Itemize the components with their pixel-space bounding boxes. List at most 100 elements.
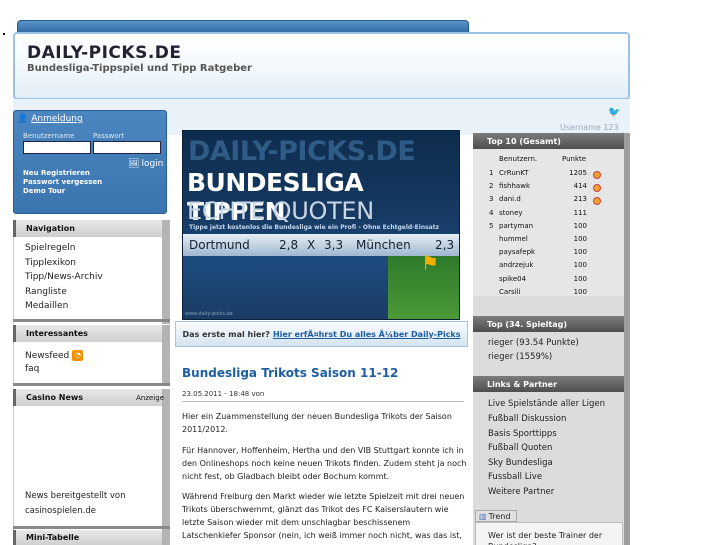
top10-row[interactable]: 4 stoney 111 [473, 209, 624, 222]
nav-spielregeln[interactable]: Spielregeln [25, 243, 75, 253]
interessantes-title: Interessantes [13, 325, 162, 342]
top-spieltag-item[interactable]: rieger (93.54 Punkte) [488, 338, 579, 348]
faq-link[interactable]: faq [25, 364, 39, 374]
user-cell: hummel [499, 235, 528, 243]
login-links: Neu Registrieren Passwort vergessen Demo… [23, 169, 102, 196]
first-visit-bar: Das erste mal hier? Hier erfÃ¤hrst Du al… [175, 321, 468, 347]
top10-row[interactable]: 2 fishhawk 414 [473, 182, 624, 195]
login-icon: 🖼 [128, 159, 140, 169]
nav-medaillen[interactable]: Medaillen [25, 301, 68, 311]
chart-icon: ▥ [479, 511, 487, 521]
mini-tabelle-title: Mini-Tabelle [13, 530, 162, 545]
casino-credit-line1: News bereitgestellt von [25, 491, 126, 501]
user-icon: 👤 [17, 114, 29, 124]
top10-row[interactable]: andrzejuk 100 [473, 261, 624, 274]
site-header: DAILY-PICKS.DE Bundesliga-Tippspiel und … [13, 32, 630, 100]
newsfeed-label: Newsfeed [25, 350, 70, 361]
points-cell: 100 [573, 221, 587, 230]
article-paragraph-2: Für Hannover, Hoffenheim, Hertha und den… [182, 446, 467, 481]
top-spieltag-title: Top (34. Spieltag) [473, 316, 624, 332]
right-sidebar: Top 10 (Gesamt) Benutzern. Punkte 1 CrRun… [473, 133, 630, 545]
divider [13, 319, 170, 322]
casino-credit-line2[interactable]: casinospielen.de [25, 506, 96, 516]
col-points-header: Punkte [562, 155, 587, 163]
username-label: Benutzername [23, 132, 75, 140]
login-tab-label: Anmeldung [31, 114, 83, 124]
rank-cell: 5 [489, 221, 494, 230]
banner-line3: ECHTE QUOTEN [187, 197, 374, 225]
site-title[interactable]: DAILY-PICKS.DE [27, 43, 182, 63]
partner-link[interactable]: Weitere Partner [488, 487, 554, 497]
demo-tour-link[interactable]: Demo Tour [23, 187, 102, 196]
partner-link[interactable]: Basis Sporttipps [488, 429, 557, 439]
promo-banner[interactable]: DAILY-PICKS.DE BUNDESLIGA TIPPEN ECHTE Q… [182, 130, 460, 320]
nav-tipplexikon[interactable]: Tipplexikon [25, 258, 76, 268]
login-button[interactable]: 🖼 login [128, 159, 163, 169]
top10-row[interactable]: 3 dani.d 213 [473, 195, 624, 208]
top10-row[interactable]: hummel 100 [473, 235, 624, 248]
user-cell: andrzejuk [499, 261, 534, 270]
banner-footer: www.daily-picks.de [185, 311, 233, 317]
nav-archiv[interactable]: Tipp/News-Archiv [25, 272, 103, 282]
forgot-password-link[interactable]: Passwort vergessen [23, 178, 102, 187]
user-cell: partyman [499, 221, 534, 230]
top10-header: Benutzern. Punkte [473, 155, 624, 168]
points-cell: 100 [573, 261, 587, 270]
top-spieltag-item[interactable]: rieger (1559%) [488, 352, 552, 362]
points-cell: 100 [573, 248, 587, 257]
top10-row[interactable]: 5 partyman 100 [473, 222, 624, 235]
mini-tabelle-edge [162, 530, 170, 545]
user-cell: stoney [499, 208, 523, 217]
first-visit-link[interactable]: Hier erfÃ¤hrst Du alles Ã¼ber Daily-Pick… [273, 330, 461, 339]
away-team: München [356, 238, 411, 252]
partner-link[interactable]: Fußball Diskussion [488, 414, 566, 424]
register-link[interactable]: Neu Registrieren [23, 169, 102, 178]
home-team: Dortmund [189, 238, 250, 252]
user-cell: paysafepk [499, 248, 536, 257]
user-cell: Carsili [499, 287, 521, 296]
article-paragraph-3: Während Freiburg den Markt wieder wie le… [182, 492, 465, 545]
points-cell: 1205 [569, 169, 587, 177]
top10-row[interactable]: spike04 100 [473, 275, 624, 288]
user-cell: spike04 [499, 274, 527, 283]
top10-row[interactable]: 1 CrRunKT 1205 [473, 169, 624, 182]
username-watermark: Username 123 [560, 123, 619, 132]
ad-badge: Anzeige [136, 393, 164, 402]
banner-line1: DAILY-PICKS.DE [188, 136, 416, 167]
draw-label: X [307, 238, 316, 252]
partner-link[interactable]: Fußball Quoten [488, 443, 552, 453]
points-cell: 100 [573, 235, 587, 243]
password-input[interactable] [93, 141, 161, 154]
nav-rangliste[interactable]: Rangliste [25, 287, 67, 297]
rank-cell: 2 [489, 182, 494, 191]
rank-cell: 1 [489, 169, 494, 177]
rank-cell: 4 [489, 208, 494, 217]
username-input[interactable] [23, 141, 91, 154]
divider [13, 526, 170, 529]
divider [13, 383, 170, 386]
corner-flag-icon: ⚑ [421, 251, 439, 275]
draw-odds: 3,3 [324, 238, 344, 252]
login-tab[interactable]: 👤 Anmeldung [17, 112, 167, 126]
medal-icon [593, 184, 601, 193]
rank-cell: 3 [489, 195, 494, 204]
partner-link[interactable]: Fussball Live [488, 472, 542, 482]
article-title[interactable]: Bundesliga Trikots Saison 11-12 [182, 366, 398, 380]
newsfeed-link[interactable]: Newsfeed ◔ [25, 350, 84, 361]
points-cell: 213 [573, 195, 587, 204]
article-paragraph-1: Hier ein Zuammenstellung der neuen Bunde… [182, 412, 452, 434]
password-label: Passwort [93, 132, 125, 140]
page: DAILY-PICKS.DE Bundesliga-Tippspiel und … [0, 0, 727, 545]
article-date: 23.05.2011 - 18:48 von [182, 390, 265, 398]
home-odds: 2,8 [279, 238, 299, 252]
rss-icon: ◔ [72, 350, 84, 361]
trend-tab[interactable]: ▥ Trend [475, 510, 517, 522]
top10-row[interactable]: Carsili 100 [473, 288, 624, 301]
twitter-icon[interactable]: 🐦 [608, 107, 620, 118]
partner-link[interactable]: Live Spielstände aller Ligen [488, 399, 605, 409]
top10-row[interactable]: paysafepk 100 [473, 248, 624, 261]
points-cell: 100 [573, 287, 587, 296]
trend-tab-label: Trend [488, 511, 511, 521]
site-subtitle: Bundesliga-Tippspiel und Tipp Ratgeber [27, 63, 252, 74]
partner-link[interactable]: Sky Bundesliga [488, 458, 553, 468]
